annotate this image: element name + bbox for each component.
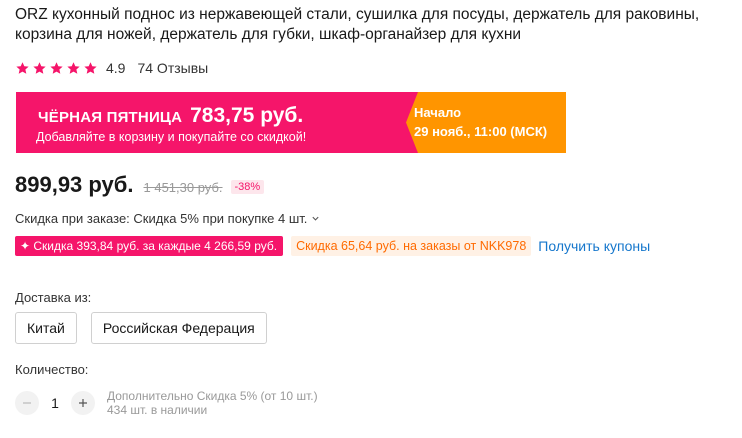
- promo-subtitle: Добавляйте в корзину и покупайте со скид…: [36, 130, 307, 144]
- quantity-label: Количество:: [15, 362, 89, 377]
- plus-icon: [79, 399, 87, 407]
- star-icon: [16, 61, 29, 74]
- current-price: 899,93 руб.: [15, 172, 134, 197]
- quantity-stepper: 1 Дополнительно Скидка 5% (от 10 шт.) 43…: [15, 389, 318, 417]
- quantity-info: Дополнительно Скидка 5% (от 10 шт.) 434 …: [107, 389, 318, 417]
- promo-start-date: 29 нояб., 11:00 (МСК): [414, 124, 548, 139]
- promo-headline: ЧЁРНАЯ ПЯТНИЦА 783,75 руб.: [38, 104, 303, 128]
- product-title: ORZ кухонный поднос из нержавеющей стали…: [15, 6, 700, 43]
- chevron-down-icon: [312, 216, 319, 221]
- price-row: 899,93 руб. 1 451,30 руб. -38%: [15, 172, 265, 198]
- minus-icon: [23, 402, 31, 404]
- ship-from-russia-button[interactable]: Российская Федерация: [90, 312, 267, 344]
- promo-price: 783,75 руб.: [190, 104, 304, 127]
- promo-right-panel: [406, 92, 566, 153]
- store-coupon-badge[interactable]: ✦ Скидка 393,84 руб. за каждые 4 266,59 …: [15, 236, 284, 256]
- discount-badge: -38%: [230, 180, 265, 194]
- star-icon: [50, 61, 63, 74]
- rating-value: 4.9: [106, 60, 126, 76]
- order-discount-text: Скидка при заказе: Скидка 5% при покупке…: [15, 211, 308, 226]
- seller-coupon-badge[interactable]: Скидка 65,64 руб. на заказы от NKK978: [291, 236, 532, 256]
- order-discount-dropdown[interactable]: Скидка при заказе: Скидка 5% при покупке…: [15, 211, 320, 226]
- shipping-from-label: Доставка из:: [15, 290, 92, 305]
- rating-stars: [15, 61, 98, 76]
- bulk-discount-note: Дополнительно Скидка 5% (от 10 шт.): [107, 389, 318, 403]
- rating-row: 4.9 74 Отзывы: [15, 59, 208, 77]
- coupons-row: ✦ Скидка 393,84 руб. за каждые 4 266,59 …: [15, 236, 650, 256]
- promo-start-label: Начало: [414, 105, 462, 120]
- star-icon: [67, 61, 80, 74]
- black-friday-banner: ЧЁРНАЯ ПЯТНИЦА 783,75 руб. Добавляйте в …: [16, 92, 566, 153]
- star-icon: [33, 61, 46, 74]
- shipping-options: Китай Российская Федерация: [15, 312, 267, 344]
- star-icon: [84, 61, 97, 74]
- stock-count: 434 шт. в наличии: [107, 403, 208, 417]
- promo-label: ЧЁРНАЯ ПЯТНИЦА: [38, 109, 183, 126]
- ship-from-china-button[interactable]: Китай: [15, 312, 77, 344]
- old-price: 1 451,30 руб.: [143, 180, 223, 195]
- quantity-value[interactable]: 1: [39, 395, 71, 411]
- decrease-quantity-button[interactable]: [15, 391, 39, 415]
- reviews-link[interactable]: 74 Отзывы: [137, 60, 208, 76]
- get-coupons-link[interactable]: Получить купоны: [538, 238, 650, 254]
- increase-quantity-button[interactable]: [71, 391, 95, 415]
